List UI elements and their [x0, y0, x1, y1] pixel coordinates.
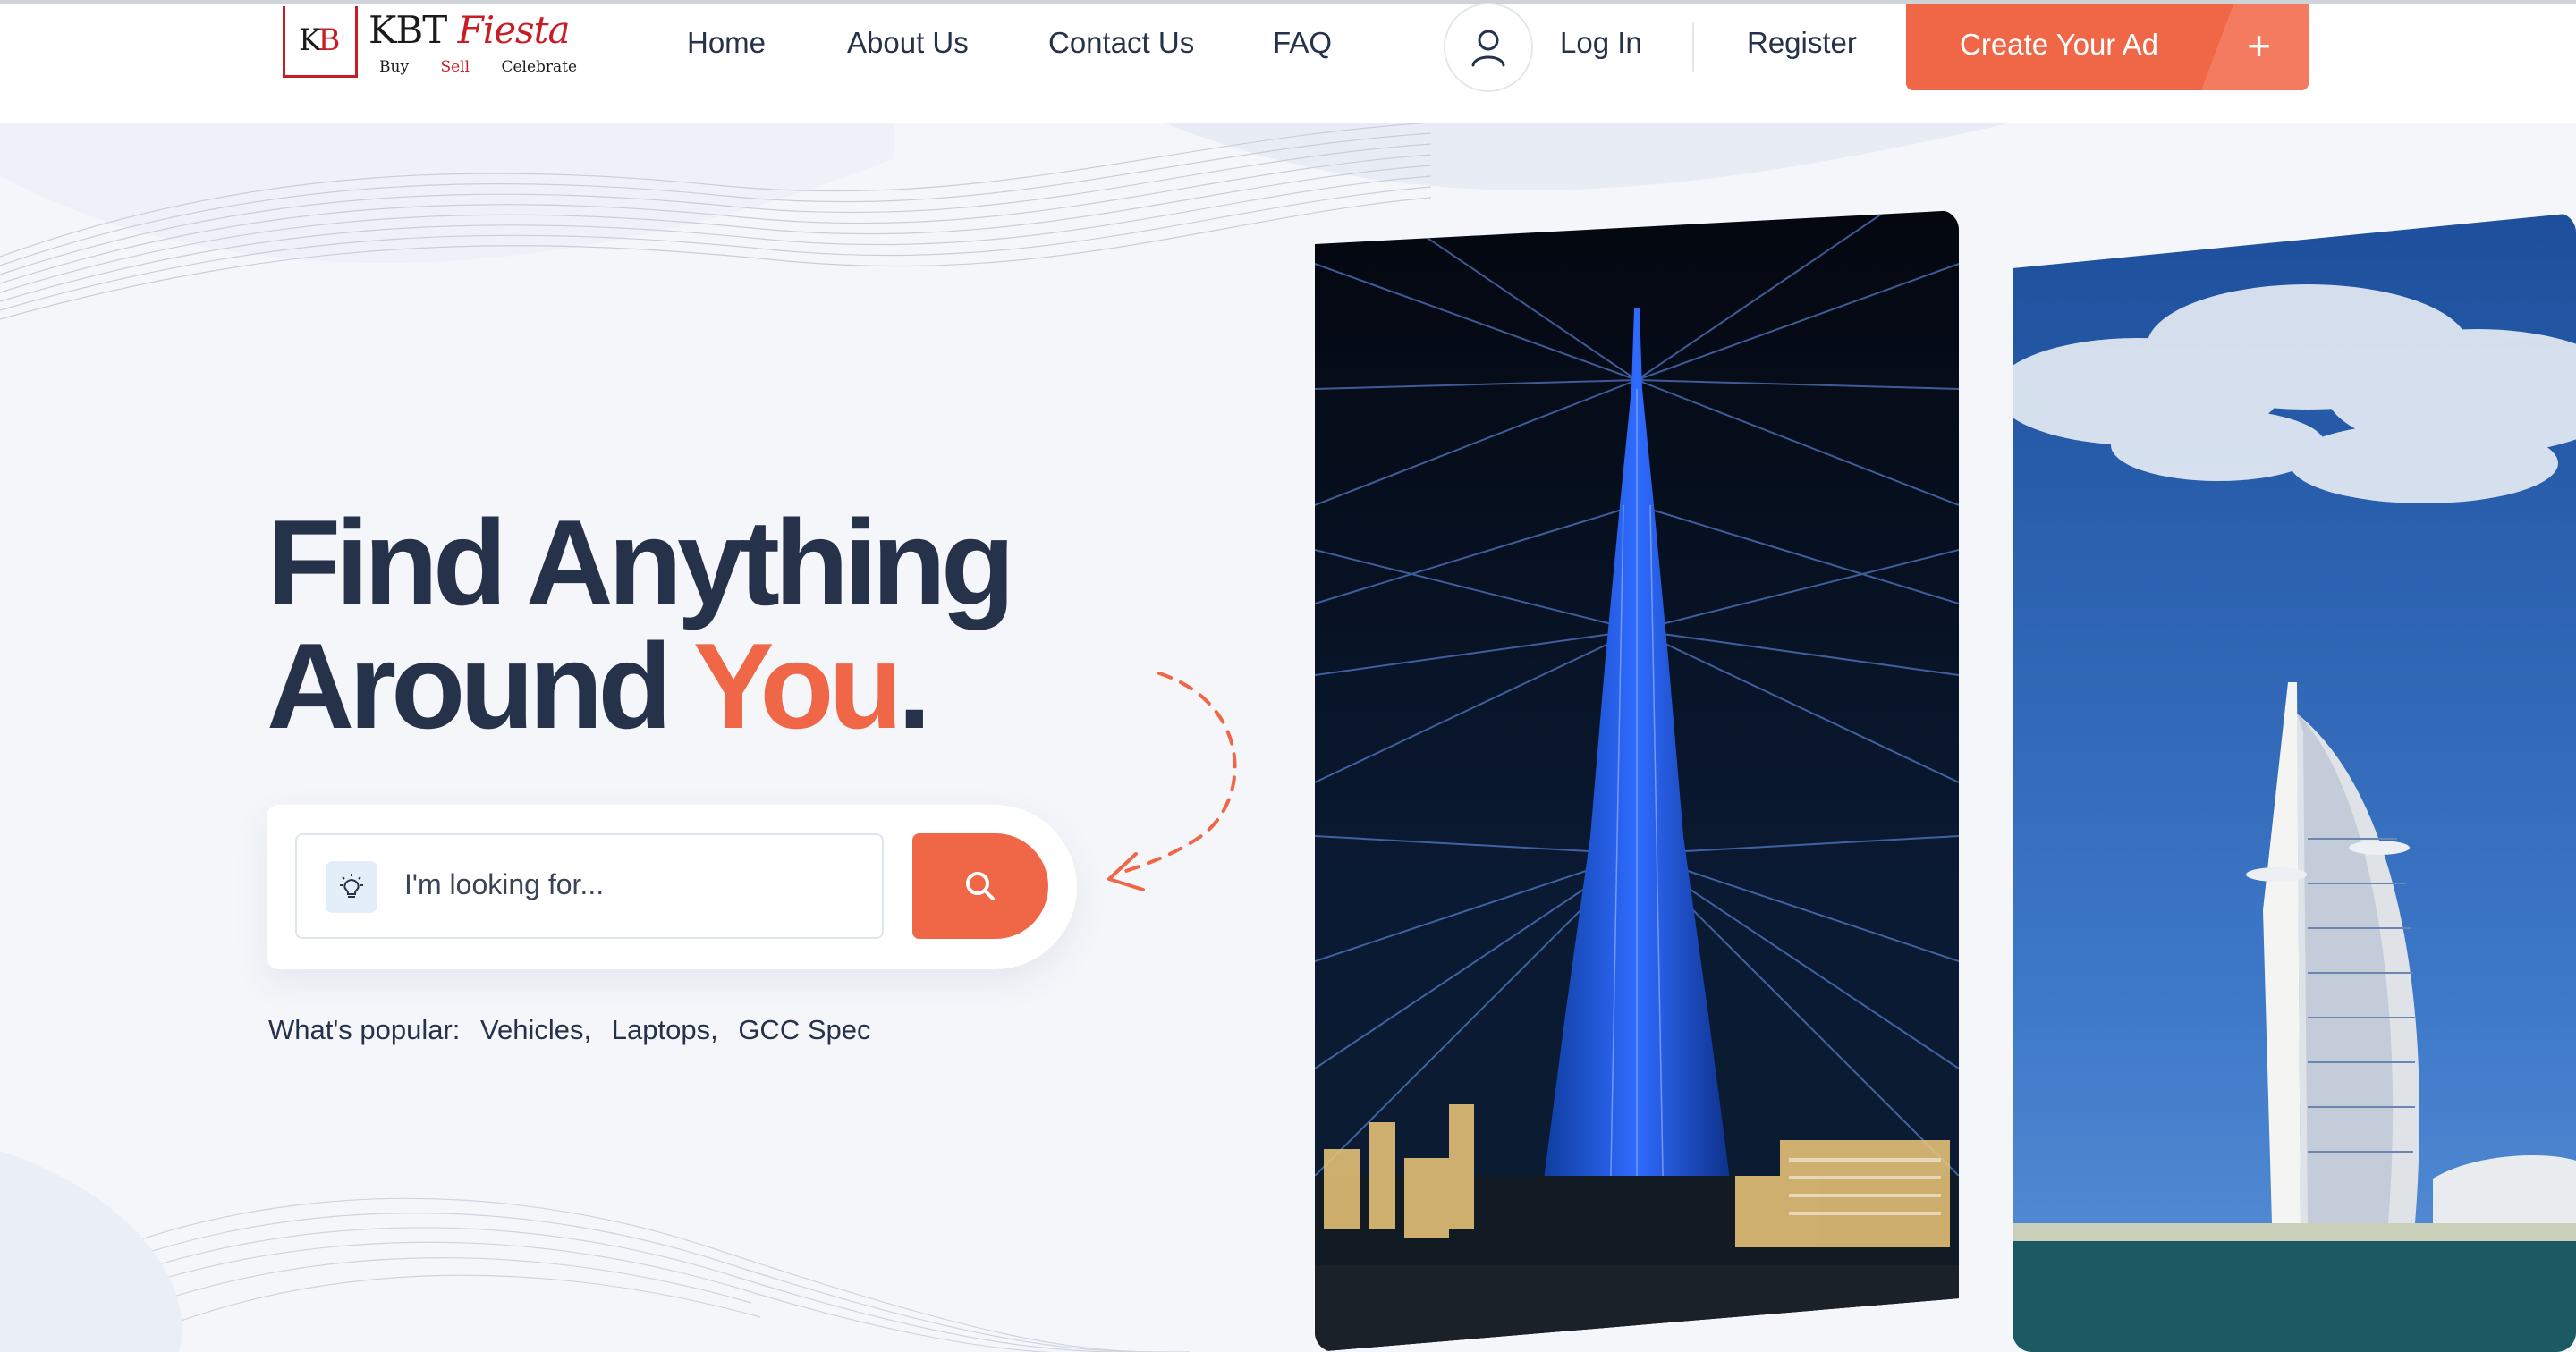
brand-logo[interactable]: KB KBT Fiesta Buy Sell Celebrate [283, 6, 577, 83]
plus-icon: + [2247, 22, 2271, 69]
user-account-button[interactable] [1444, 3, 1533, 92]
user-icon [1471, 30, 1505, 67]
headline-around: Around [267, 618, 693, 754]
popular-tag-gcc-spec[interactable]: GCC Spec [738, 1014, 870, 1045]
hero-photo-burj-al-arab [2012, 213, 2576, 1352]
tagline-sell: Sell [440, 58, 470, 76]
register-link[interactable]: Register [1747, 26, 1857, 60]
headline-period: . [897, 618, 932, 754]
nav-home[interactable]: Home [687, 26, 766, 60]
headline-you: You [692, 618, 903, 754]
login-link[interactable]: Log In [1560, 26, 1642, 60]
logo-name-kbt: KBT [369, 8, 447, 52]
logo-tagline: Buy Sell Celebrate [379, 58, 604, 76]
site-header: KB KBT Fiesta Buy Sell Celebrate Home Ab… [0, 0, 2576, 123]
nav-contact-us[interactable]: Contact Us [1048, 26, 1194, 60]
tagline-celebrate: Celebrate [501, 58, 578, 76]
search-card [267, 805, 1077, 969]
hero-photo-burj-khalifa [1315, 210, 1959, 1352]
popular-searches: What's popular: Vehicles, Laptops, GCC S… [268, 1014, 870, 1046]
headline-line-1: Find Anything [267, 494, 1015, 630]
headline-line-2: Around You. [267, 624, 1010, 748]
hero-headline: Find Anything Around You. [267, 494, 1015, 748]
logo-name-fiesta: Fiesta [457, 8, 571, 52]
popular-label: What's popular: [268, 1014, 461, 1045]
popular-tag-vehicles[interactable]: Vehicles, [480, 1014, 591, 1045]
tagline-buy: Buy [379, 58, 410, 76]
search-input[interactable] [402, 867, 853, 902]
nav-about-us[interactable]: About Us [847, 26, 969, 60]
popular-tag-laptops[interactable]: Laptops, [612, 1014, 718, 1045]
create-ad-button[interactable]: Create Your Ad + [1906, 4, 2309, 90]
search-icon [966, 872, 995, 900]
logo-monogram: KB [299, 22, 340, 58]
logo-wordmark: KBT Fiesta [369, 8, 571, 52]
header-divider [1692, 22, 1694, 72]
nav-faq[interactable]: FAQ [1273, 26, 1332, 60]
search-field[interactable] [295, 833, 884, 939]
create-ad-label: Create Your Ad [1960, 28, 2159, 61]
lightbulb-icon [326, 861, 377, 913]
search-button[interactable] [912, 833, 1048, 939]
